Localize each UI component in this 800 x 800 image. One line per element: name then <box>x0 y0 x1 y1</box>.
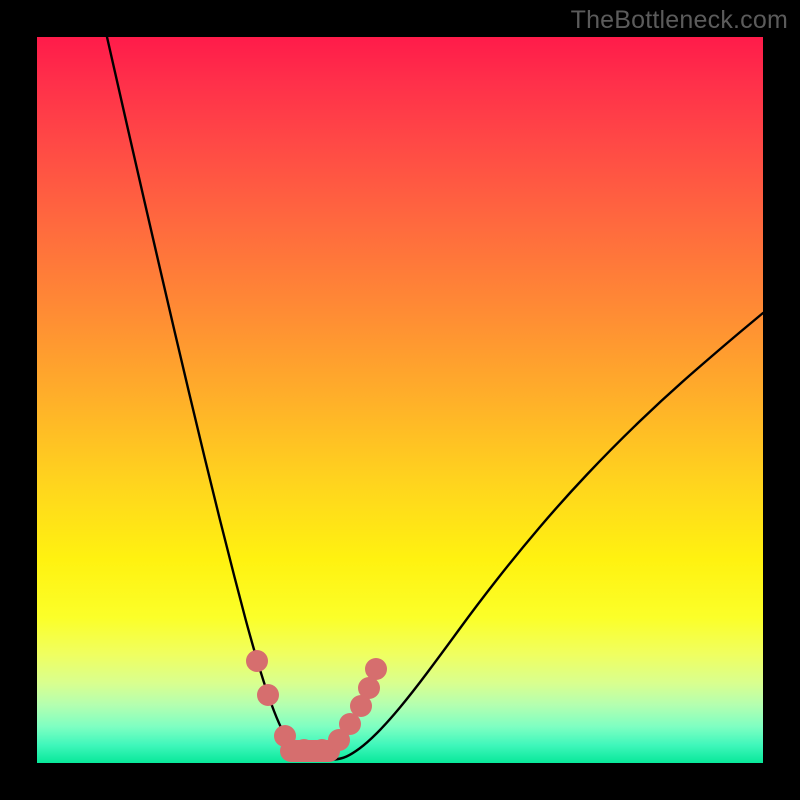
plot-area <box>37 37 763 763</box>
curve-line <box>107 37 763 760</box>
chart-frame: TheBottleneck.com <box>0 0 800 800</box>
chart-svg <box>37 37 763 763</box>
watermark-text: TheBottleneck.com <box>571 6 788 35</box>
